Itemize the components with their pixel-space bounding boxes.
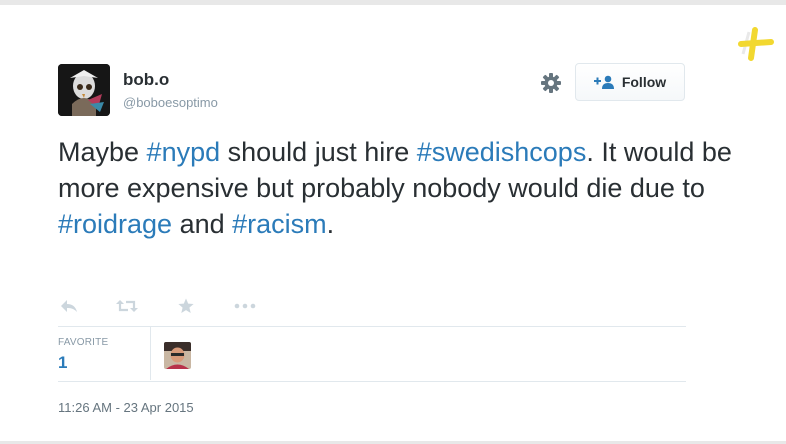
hashtag-link[interactable]: #nypd: [147, 137, 221, 167]
timestamp[interactable]: 11:26 AM - 23 Apr 2015: [58, 400, 194, 415]
favorite-count[interactable]: 1: [58, 353, 67, 373]
divider: [58, 326, 686, 327]
display-name[interactable]: bob.o: [123, 70, 169, 90]
tweet-text-segment: and: [172, 209, 233, 239]
more-icon: [234, 303, 256, 309]
more-button[interactable]: [234, 293, 256, 319]
tweet-text-segment: .: [326, 209, 335, 239]
gear-icon[interactable]: [538, 70, 564, 96]
screen-name[interactable]: @boboesoptimo: [123, 95, 218, 110]
reply-icon: [61, 300, 77, 312]
favorite-label: FAVORITE: [58, 337, 109, 348]
retweet-icon: [116, 300, 138, 312]
hashtag-link[interactable]: #roidrage: [58, 209, 172, 239]
star-icon: [178, 298, 194, 313]
favoriter-avatar[interactable]: [164, 342, 191, 369]
plus-logo-icon: [738, 27, 774, 61]
tweet-text: Maybe #nypd should just hire #swedishcop…: [58, 134, 738, 242]
tweet-text-segment: should just hire: [220, 137, 417, 167]
follow-label: Follow: [621, 74, 667, 90]
hashtag-link[interactable]: #swedishcops: [417, 137, 587, 167]
avatar[interactable]: [58, 64, 110, 116]
tweet-text-segment: Maybe: [58, 137, 147, 167]
top-border: [0, 0, 786, 5]
divider: [58, 381, 686, 382]
favorite-button[interactable]: [178, 293, 194, 319]
follow-button[interactable]: Follow: [575, 63, 685, 101]
add-user-icon: [593, 75, 614, 89]
retweet-button[interactable]: [116, 293, 138, 319]
stats-divider: [150, 327, 151, 380]
hashtag-link[interactable]: #racism: [232, 209, 327, 239]
reply-button[interactable]: [60, 293, 78, 319]
